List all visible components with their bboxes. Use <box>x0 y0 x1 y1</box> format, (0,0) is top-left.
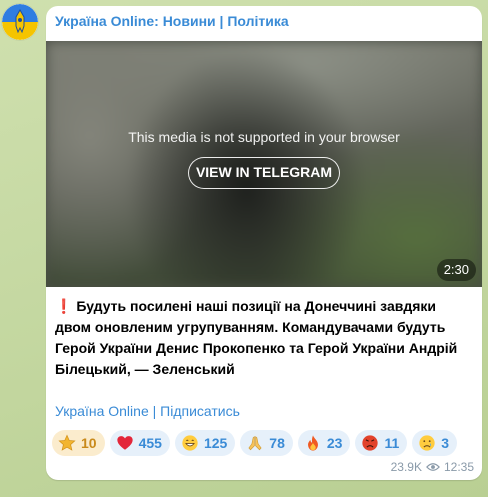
channel-name[interactable]: Україна Online: Новини | Політика <box>55 13 289 29</box>
video-preview[interactable]: This media is not supported in your brow… <box>46 41 482 287</box>
reaction-pray[interactable]: 78 <box>240 430 293 456</box>
reaction-heart[interactable]: 455 <box>109 430 170 456</box>
eye-icon <box>426 463 440 471</box>
angry-face-icon <box>362 435 379 451</box>
star-icon <box>58 434 76 451</box>
reaction-crying[interactable]: 3 <box>412 430 458 456</box>
reaction-count: 455 <box>138 435 162 451</box>
pray-icon <box>248 436 262 451</box>
reaction-count: 78 <box>269 435 285 451</box>
unsupported-media-text: This media is not supported in your brow… <box>128 129 400 145</box>
reaction-angry[interactable]: 11 <box>355 430 408 456</box>
crying-face-icon <box>419 435 435 451</box>
post-body: Будуть посилені наші позиції на Донеччин… <box>55 298 458 377</box>
heart-icon <box>116 436 133 450</box>
subscribe-link[interactable]: Україна Online | Підписатись <box>55 403 240 419</box>
fire-icon <box>307 435 318 451</box>
exclamation-icon: ❗ <box>55 298 73 314</box>
reaction-fire[interactable]: 23 <box>297 430 351 456</box>
message-time: 12:35 <box>443 460 474 474</box>
reaction-star[interactable]: 10 <box>52 430 105 456</box>
reaction-count: 23 <box>326 435 343 451</box>
reactions-bar: 10 455 125 78 23 11 3 <box>52 430 458 456</box>
channel-avatar[interactable] <box>2 4 38 40</box>
reaction-count: 10 <box>81 435 97 451</box>
channel-logo-icon <box>2 4 38 40</box>
video-duration: 2:30 <box>436 259 476 281</box>
reaction-count: 3 <box>441 435 450 451</box>
reaction-count: 125 <box>203 435 228 451</box>
post-text: ❗ Будуть посилені наші позиції на Донечч… <box>55 296 475 380</box>
view-count: 23.9K <box>390 460 422 474</box>
view-in-telegram-button[interactable]: VIEW IN TELEGRAM <box>188 157 340 189</box>
grin-icon <box>182 435 198 451</box>
reaction-count: 11 <box>384 435 400 451</box>
message-meta: 23.9K 12:35 <box>391 460 474 474</box>
reaction-grin[interactable]: 125 <box>174 430 236 456</box>
message-bubble: Україна Online: Новини | Політика This m… <box>46 6 482 480</box>
